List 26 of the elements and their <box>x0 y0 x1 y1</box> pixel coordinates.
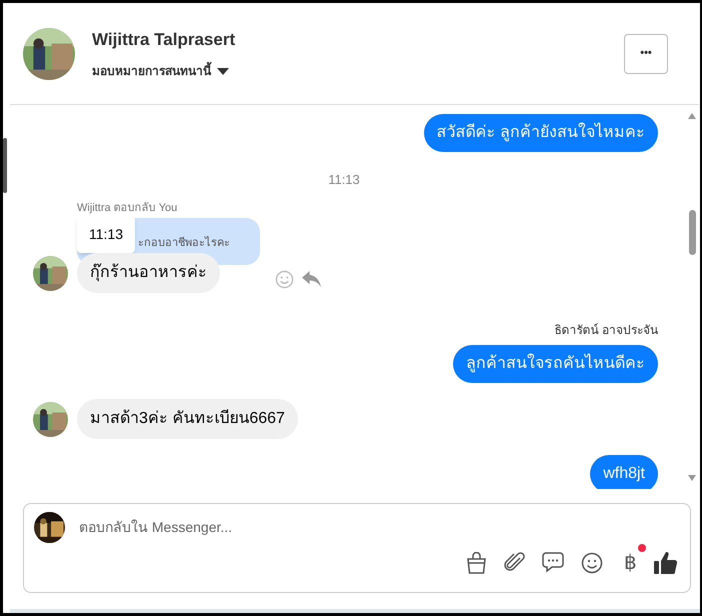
paperclip-icon[interactable] <box>504 552 525 573</box>
smiley-icon[interactable] <box>275 270 294 288</box>
shopping-bag-icon[interactable] <box>466 552 487 574</box>
time-tooltip: 11:13 <box>77 216 135 253</box>
speech-bubble-icon[interactable] <box>542 552 564 573</box>
message-bubble: สวัสดีค่ะ ลูกค้ายังสนใจไหมคะ <box>424 114 658 152</box>
message-bubble: ลูกค้าสนใจรถคันไหนดีคะ <box>453 345 658 383</box>
message-time: 11:13 <box>328 171 360 189</box>
more-options-button[interactable]: ••• <box>624 34 668 74</box>
reply-label: Wijittra ตอบกลับ You <box>77 200 178 216</box>
reply-icon[interactable] <box>302 270 321 288</box>
message-bubble: มาสด้า3ค่ะ คันทะเบียน6667 <box>77 399 298 439</box>
sender-name: ธิดารัตน์ อาจประจัน <box>554 322 658 339</box>
payment-button[interactable]: ฿ <box>624 544 646 572</box>
message-bubble: wfh8jt <box>590 455 658 489</box>
thumbs-up-icon[interactable] <box>654 551 678 574</box>
emoji-icon[interactable] <box>581 552 603 574</box>
scroll-up-icon[interactable] <box>688 113 696 119</box>
scrollbar[interactable] <box>687 113 697 481</box>
scrollbar-thumb[interactable] <box>3 138 7 193</box>
message-bubble: กุ๊กร้านอาหารค่ะ <box>77 253 220 293</box>
contact-name: Wijittra Talprasert <box>92 28 236 51</box>
caret-icon <box>217 68 229 75</box>
reply-input[interactable]: ตอบกลับใน Messenger... <box>79 517 680 538</box>
scroll-down-icon[interactable] <box>688 475 696 481</box>
assign-conversation-button[interactable]: มอบหมายการสนทนานี้ <box>92 62 624 80</box>
